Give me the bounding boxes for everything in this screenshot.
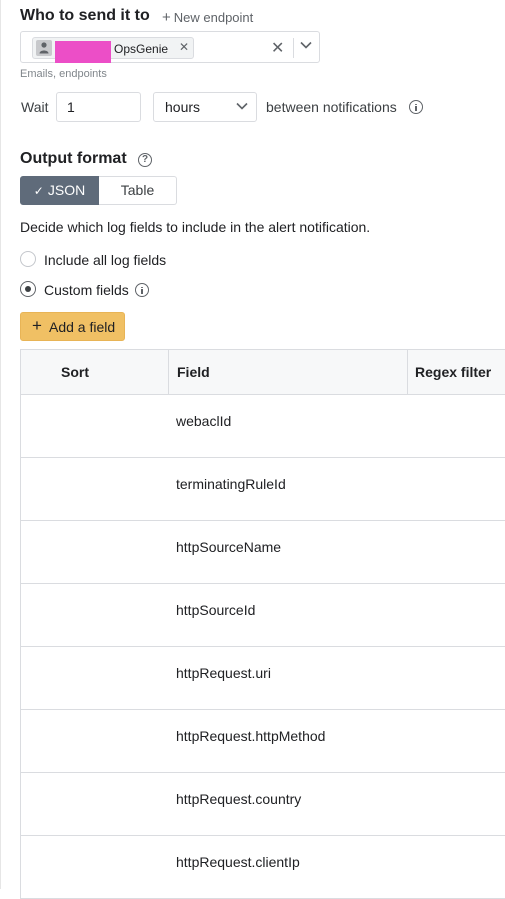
new-endpoint-label: New endpoint [173,10,254,25]
new-endpoint-link[interactable]: + New endpoint [162,9,253,26]
format-json-label: JSON [47,182,86,198]
field-name: httpRequest.country [176,791,302,807]
recipient-chip: OpsGenie ✕ [32,37,194,63]
format-table-label: Table [120,182,155,198]
left-border [0,0,1,889]
info-icon[interactable] [135,283,149,297]
chip-label: OpsGenie [114,42,169,56]
add-field-label: Add a field [49,319,116,335]
table-row[interactable]: httpRequest.clientIp [20,836,505,899]
check-icon: ✓ [33,184,44,198]
table-row[interactable]: httpRequest.uri [20,647,505,710]
wait-unit-value: hours [165,99,201,115]
column-divider [407,350,408,394]
table-row[interactable]: terminatingRuleId [20,458,505,521]
recipients-hint: Emails, endpoints [20,68,107,80]
wait-unit-select[interactable]: hours [153,92,257,122]
fields-description: Decide which log fields to include in th… [20,219,371,235]
redacted-name [55,41,111,63]
select-divider [293,38,294,58]
radio-button-selected[interactable] [20,281,36,297]
chip-remove-icon[interactable]: ✕ [179,40,189,54]
user-icon [36,40,52,56]
chevron-down-icon [236,102,248,110]
table-row[interactable]: httpRequest.httpMethod [20,710,505,773]
column-header-field[interactable]: Field [177,350,210,394]
format-table-button[interactable]: Table [99,176,177,205]
field-name: httpRequest.httpMethod [176,728,326,744]
table-row[interactable]: httpSourceName [20,521,505,584]
table-header: Sort Field Regex filter [20,349,505,395]
field-name: httpRequest.uri [176,665,271,681]
radio-custom-fields-label: Custom fields [44,282,129,298]
radio-button[interactable] [20,251,36,267]
clear-icon[interactable]: ✕ [271,38,284,58]
wait-value-input[interactable] [56,92,141,122]
table-row[interactable]: webaclId [20,395,505,458]
add-field-button[interactable]: + Add a field [20,312,125,341]
radio-include-all-label: Include all log fields [44,252,167,268]
wait-label: Wait [21,99,49,115]
plus-icon: + [162,9,171,26]
recipients-title: Who to send it to [20,7,150,24]
field-name: httpSourceId [176,602,256,618]
help-icon[interactable]: ? [138,153,152,167]
recipients-select[interactable]: OpsGenie ✕ ✕ [20,31,320,63]
column-header-regex[interactable]: Regex filter [415,350,491,394]
wait-suffix: between notifications [266,99,397,115]
field-name: httpSourceName [176,539,282,555]
field-name: httpRequest.clientIp [176,854,300,870]
info-icon[interactable] [409,100,423,114]
field-name: webaclId [176,413,232,429]
field-name: terminatingRuleId [176,476,286,492]
table-row[interactable]: httpSourceId [20,584,505,647]
table-row[interactable]: httpRequest.country [20,773,505,836]
column-divider [168,350,169,394]
column-header-sort[interactable]: Sort [61,350,89,394]
plus-icon: + [32,316,42,335]
format-json-button[interactable]: ✓ JSON [20,176,99,205]
output-format-title: Output format [20,150,127,167]
chevron-down-icon[interactable] [300,41,312,49]
fields-table: Sort Field Regex filter webaclId termina… [20,349,505,899]
